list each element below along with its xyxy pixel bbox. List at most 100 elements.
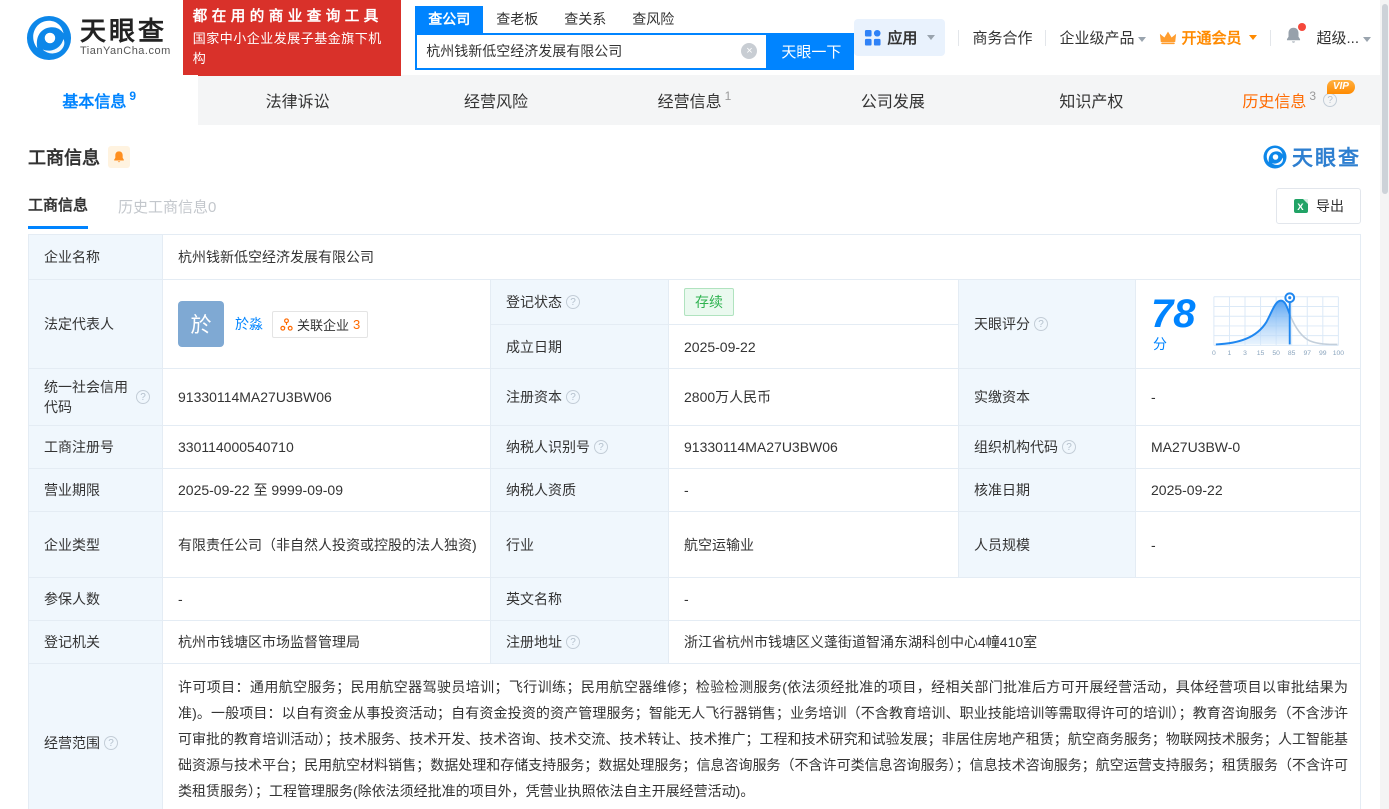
search-tab-company[interactable]: 查公司 bbox=[415, 5, 484, 33]
svg-text:99: 99 bbox=[1319, 350, 1327, 357]
tianyancha-watermark: 天眼查 bbox=[1263, 142, 1361, 172]
slogan-line2: 国家中小企业发展子基金旗下机构 bbox=[192, 30, 382, 66]
divider bbox=[1270, 29, 1272, 46]
section-title: 工商信息 bbox=[28, 148, 100, 168]
staff-size-value: - bbox=[1136, 512, 1360, 578]
notifications-bell[interactable] bbox=[1284, 23, 1307, 49]
help-icon[interactable]: ? bbox=[104, 735, 118, 750]
header-menu: 应用 商务合作 企业级产品 开通会员 超级... bbox=[854, 19, 1371, 56]
subtab-business-info[interactable]: 工商信息 bbox=[28, 194, 89, 229]
chevron-down-icon bbox=[1363, 36, 1371, 42]
svg-text:50: 50 bbox=[1272, 350, 1280, 357]
business-info-table: 企业名称 杭州钱新低空经济发展有限公司 法定代表人 於 於淼 关联企业 3 登记… bbox=[28, 234, 1361, 809]
bell-icon bbox=[114, 151, 124, 163]
apps-menu[interactable]: 应用 bbox=[854, 19, 946, 56]
reg-authority-value: 杭州市钱塘区市场监督管理局 bbox=[163, 621, 491, 664]
tab-operation-info[interactable]: 经营信息 1 bbox=[595, 75, 793, 125]
industry-value: 航空运输业 bbox=[669, 512, 959, 578]
search-tab-risk[interactable]: 查风险 bbox=[619, 6, 687, 33]
company-name-label: 企业名称 bbox=[29, 235, 163, 280]
company-type-label: 企业类型 bbox=[29, 512, 163, 578]
establish-date-label: 成立日期 bbox=[491, 325, 669, 369]
tab-basic-info[interactable]: 基本信息 9 bbox=[0, 75, 199, 125]
english-name-label: 英文名称 bbox=[491, 578, 669, 621]
tab-intellectual-property[interactable]: 知识产权 bbox=[992, 75, 1190, 125]
search-tab-boss[interactable]: 查老板 bbox=[483, 6, 551, 33]
chevron-down-icon bbox=[927, 35, 936, 40]
top-header: 天眼查 TianYanCha.com 都在用的商业查询工具 国家中小企业发展子基… bbox=[0, 0, 1389, 76]
search-tab-relation[interactable]: 查关系 bbox=[551, 6, 619, 33]
score-unit: 分 bbox=[1153, 336, 1167, 352]
taxpayer-quality-value: - bbox=[669, 469, 959, 512]
svg-text:1: 1 bbox=[1227, 350, 1231, 357]
search-tabs: 查公司 查老板 查关系 查风险 bbox=[415, 5, 854, 33]
menu-cooperation[interactable]: 商务合作 bbox=[972, 27, 1032, 48]
reg-number-value: 330114000540710 bbox=[163, 426, 491, 469]
menu-vip-upgrade[interactable]: 开通会员 bbox=[1159, 27, 1258, 48]
help-icon[interactable]: ? bbox=[1062, 440, 1076, 454]
logo-swirl-icon bbox=[26, 15, 72, 60]
tianyancha-logo[interactable]: 天眼查 TianYanCha.com bbox=[26, 15, 171, 61]
org-code-label: 组织机构代码? bbox=[959, 426, 1136, 469]
company-name-value: 杭州钱新低空经济发展有限公司 bbox=[163, 235, 1360, 280]
chevron-down-icon bbox=[1249, 35, 1258, 40]
help-icon[interactable]: ? bbox=[566, 635, 580, 649]
export-button[interactable]: X 导出 bbox=[1276, 188, 1361, 224]
tab-history-info[interactable]: VIP 历史信息 3 ? bbox=[1191, 75, 1389, 125]
search-button[interactable]: 天眼一下 bbox=[768, 32, 855, 70]
clear-search-icon[interactable]: × bbox=[741, 43, 758, 59]
menu-enterprise[interactable]: 企业级产品 bbox=[1059, 27, 1147, 48]
legal-rep-label: 法定代表人 bbox=[29, 280, 163, 369]
logo-swirl-icon bbox=[1263, 145, 1287, 169]
insured-value: - bbox=[163, 578, 491, 621]
reg-number-label: 工商注册号 bbox=[29, 426, 163, 469]
insured-label: 参保人数 bbox=[29, 578, 163, 621]
svg-text:85: 85 bbox=[1288, 350, 1296, 357]
org-code-value: MA27U3BW-0 bbox=[1136, 426, 1360, 469]
app-grid-icon bbox=[865, 29, 881, 46]
section-header: 工商信息 天眼查 bbox=[0, 125, 1389, 180]
industry-label: 行业 bbox=[491, 512, 669, 578]
scrollbar[interactable] bbox=[1380, 0, 1389, 809]
address-label: 注册地址? bbox=[491, 621, 669, 664]
notification-dot bbox=[1298, 23, 1307, 31]
avatar[interactable]: 於 bbox=[178, 301, 224, 347]
svg-text:15: 15 bbox=[1257, 350, 1265, 357]
tab-operation-risk[interactable]: 经营风险 bbox=[397, 75, 595, 125]
watermark-text: 天眼查 bbox=[1292, 147, 1361, 170]
related-companies-badge[interactable]: 关联企业 3 bbox=[272, 310, 369, 338]
apps-label: 应用 bbox=[887, 30, 918, 47]
help-icon[interactable]: ? bbox=[594, 440, 608, 454]
help-icon[interactable]: ? bbox=[566, 295, 580, 309]
menu-super-vip[interactable]: 超级... bbox=[1316, 27, 1371, 48]
score-distribution-chart: 0 1 3 15 50 85 97 99 100 bbox=[1212, 292, 1345, 357]
table-row: 法定代表人 於 於淼 关联企业 3 登记状态? 存续 成立日期 2025-09-… bbox=[29, 280, 1360, 369]
score-label: 天眼评分? bbox=[959, 280, 1136, 369]
help-icon[interactable]: ? bbox=[566, 390, 580, 404]
legal-rep-value: 於 於淼 关联企业 3 bbox=[163, 280, 491, 369]
svg-text:100: 100 bbox=[1333, 350, 1345, 357]
tab-company-development[interactable]: 公司发展 bbox=[794, 75, 992, 125]
help-icon[interactable]: ? bbox=[1323, 93, 1338, 107]
scrollbar-thumb[interactable] bbox=[1381, 4, 1388, 194]
svg-text:0: 0 bbox=[1212, 350, 1216, 357]
help-icon[interactable]: ? bbox=[1034, 317, 1048, 331]
business-scope-label: 经营范围? bbox=[29, 664, 163, 809]
paid-capital-value: - bbox=[1136, 369, 1360, 426]
svg-text:97: 97 bbox=[1303, 350, 1311, 357]
subtab-history-business-info[interactable]: 历史工商信息0 bbox=[118, 196, 216, 217]
help-icon[interactable]: ? bbox=[136, 390, 150, 404]
brand-slogan: 都在用的商业查询工具 国家中小企业发展子基金旗下机构 bbox=[182, 0, 402, 76]
tab-legal-proceedings[interactable]: 法律诉讼 bbox=[198, 75, 396, 125]
legal-rep-link[interactable]: 於淼 bbox=[235, 314, 263, 334]
related-count: 3 bbox=[353, 316, 361, 332]
taxpayer-id-value: 91330114MA27U3BW06 bbox=[669, 426, 959, 469]
divider bbox=[958, 29, 960, 46]
uscc-value: 91330114MA27U3BW06 bbox=[163, 369, 491, 426]
address-value: 浙江省杭州市钱塘区义蓬街道智涌东湖科创中心4幢410室 bbox=[669, 621, 1360, 664]
establish-date-value: 2025-09-22 bbox=[669, 325, 959, 369]
search-input[interactable] bbox=[426, 43, 742, 59]
crown-icon bbox=[1160, 31, 1177, 45]
subscribe-bell-button[interactable] bbox=[108, 146, 130, 168]
excel-icon: X bbox=[1294, 199, 1308, 213]
